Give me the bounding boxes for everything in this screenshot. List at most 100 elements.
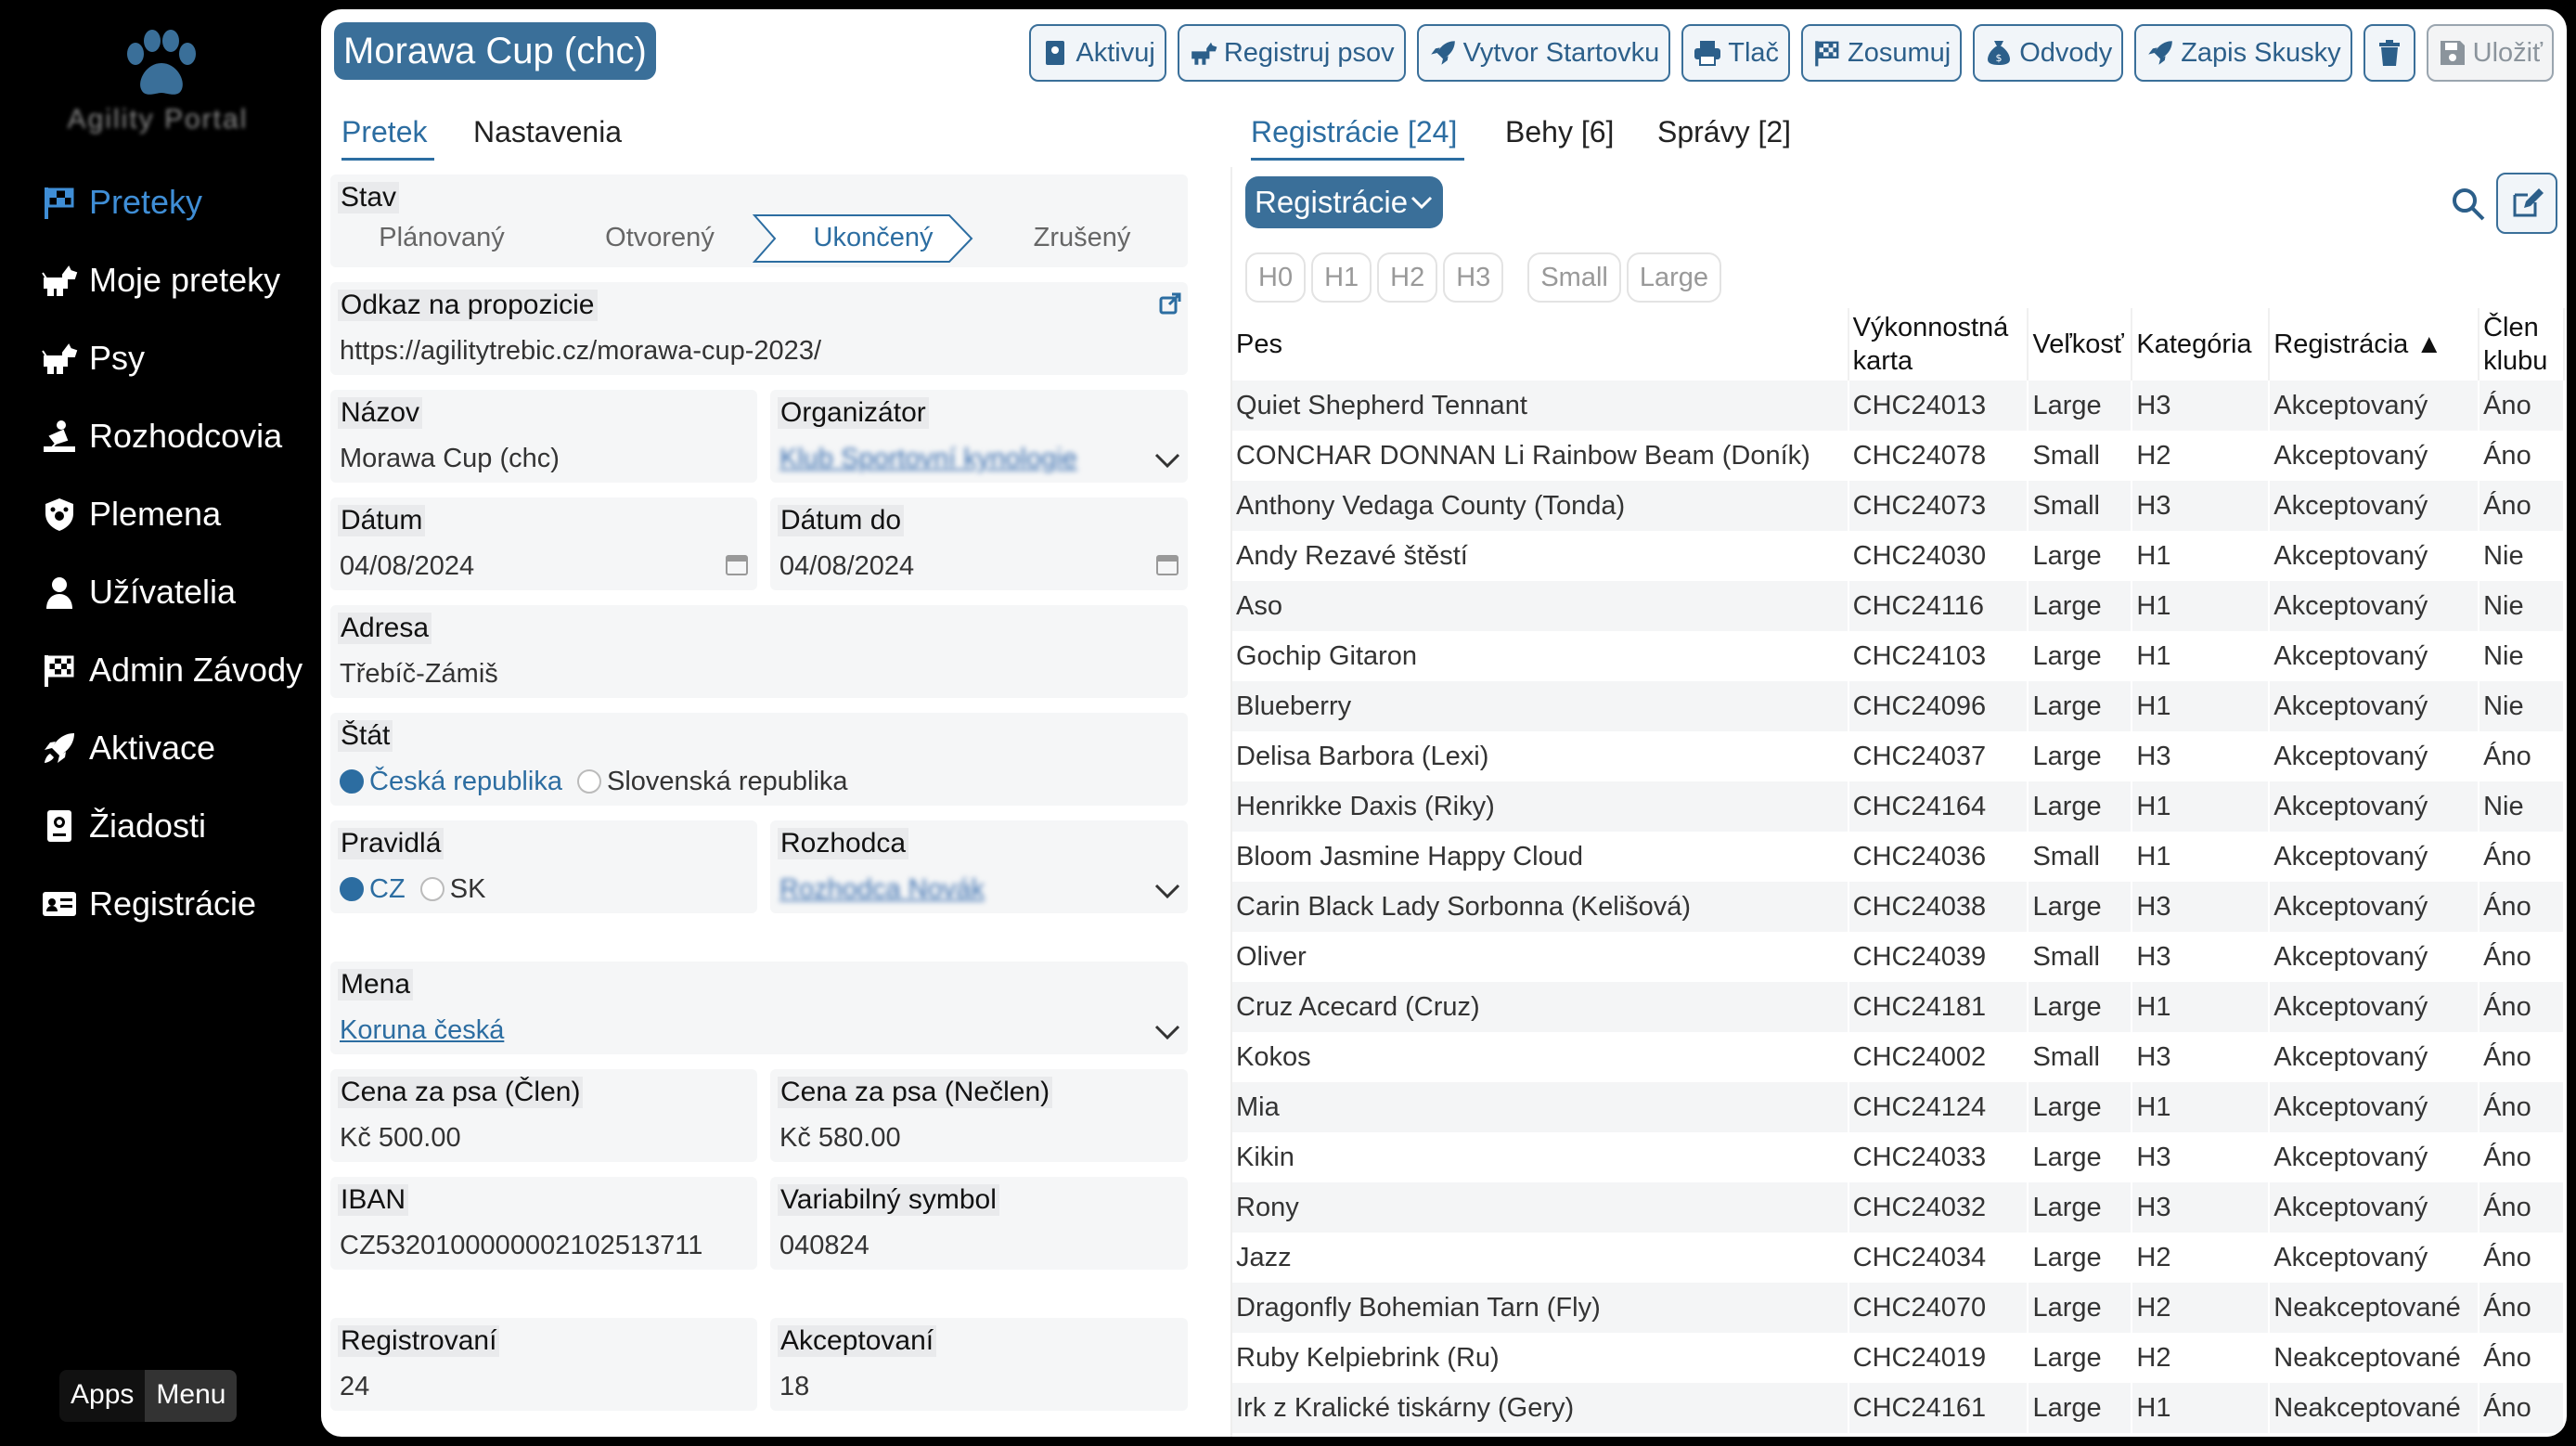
table-row[interactable]: CONCHAR DONNAN Li Rainbow Beam (Doník) CH… <box>1232 431 2565 481</box>
country-option-cz[interactable]: Česká republika <box>369 767 562 796</box>
filter-chip-h3[interactable]: H3 <box>1443 252 1504 303</box>
sidebar-item-ziadosti[interactable]: Žiadosti <box>41 798 319 854</box>
menu-button[interactable]: Menu <box>145 1370 238 1422</box>
tab-registracie[interactable]: Registrácie [24] <box>1251 115 1457 149</box>
register-dogs-button[interactable]: Registruj psov <box>1177 24 1406 82</box>
filter-chip-h0[interactable]: H0 <box>1245 252 1307 303</box>
calendar-icon[interactable] <box>1154 551 1180 577</box>
table-row[interactable]: Aso CHC24116 Large H1 Akceptovaný Nie <box>1232 581 2565 631</box>
table-row[interactable]: Quiet Shepherd Tennant CHC24013 Large H3 Akc… <box>1232 381 2565 431</box>
rules-radio-sk[interactable] <box>419 877 444 901</box>
column-header-dog[interactable]: Pes <box>1232 308 1849 381</box>
sidebar-item-rozhodcovia[interactable]: Rozhodcovia <box>41 408 319 464</box>
currency-field[interactable]: Mena Koruna česká <box>330 962 1188 1054</box>
print-button[interactable]: Tlač <box>1681 24 1791 82</box>
column-header-registration[interactable]: Registrácia ▲ <box>2269 308 2480 381</box>
shield-paw-icon <box>45 498 73 531</box>
apps-button[interactable]: Apps <box>59 1370 146 1422</box>
dog-name-cell: Gochip Gitaron <box>1232 631 1849 681</box>
category-cell: H1 <box>2132 781 2271 832</box>
table-row[interactable]: Rony CHC24032 Large H3 Akceptovaný Áno <box>1232 1182 2565 1233</box>
sidebar-item-preteky[interactable]: Preteky <box>41 174 319 230</box>
table-row[interactable]: Henrikke Daxis (Riky) CHC24164 Large H1 Akce… <box>1232 781 2565 832</box>
rules-radio-cz[interactable] <box>340 877 364 901</box>
table-row[interactable]: Gochip Gitaron CHC24103 Large H1 Akceptovaný… <box>1232 631 2565 681</box>
sidebar-item-aktivace[interactable]: Aktivace <box>41 720 319 776</box>
size-cell: Large <box>2028 581 2133 631</box>
column-header-size[interactable]: Veľkosť <box>2028 308 2133 381</box>
date-field[interactable]: Dátum 04/08/2024 <box>330 497 757 590</box>
tab-nastavenia[interactable]: Nastavenia <box>473 115 622 149</box>
filter-chip-large[interactable]: Large <box>1626 252 1721 303</box>
edit-button[interactable] <box>2496 173 2557 234</box>
rules-option-sk[interactable]: SK <box>450 874 486 904</box>
table-row[interactable]: Cruz Acecard (Cruz) CHC24181 Large H1 Akcept… <box>1232 982 2565 1032</box>
organizer-field[interactable]: Organizátor Klub Sportovní kynologie <box>770 390 1188 483</box>
column-header-member[interactable]: Člen klubu <box>2479 308 2565 381</box>
save-button[interactable]: Uložiť <box>2426 24 2554 82</box>
table-row[interactable]: Kikin CHC24033 Large H3 Akceptovaný Áno <box>1232 1132 2565 1182</box>
registration-status-cell: Neakceptované <box>2269 1333 2480 1383</box>
sidebar-item-admin-zavody[interactable]: Admin Závody <box>41 642 319 698</box>
status-option-finished[interactable]: Ukončený <box>771 212 975 264</box>
column-header-category[interactable]: Kategória <box>2132 308 2271 381</box>
country-option-sk[interactable]: Slovenská republika <box>607 767 848 796</box>
address-value[interactable]: Třebíč-Zámiš <box>340 659 498 690</box>
app-logo[interactable]: Agility Portal <box>65 28 251 139</box>
name-field: Názov Morawa Cup (chc) <box>330 390 757 483</box>
table-row[interactable]: Mia CHC24124 Large H1 Akceptovaný Áno <box>1232 1082 2565 1132</box>
filter-chip-h2[interactable]: H2 <box>1377 252 1438 303</box>
create-startlist-button[interactable]: Vytvor Startovku <box>1416 24 1671 82</box>
variable-symbol-value[interactable]: 040824 <box>779 1231 869 1261</box>
exam-record-button[interactable]: Zapis Skusky <box>2134 24 2352 82</box>
price-member-value[interactable]: Kč 500.00 <box>340 1123 461 1154</box>
registration-status-cell: Akceptovaný <box>2269 1082 2480 1132</box>
table-row[interactable]: Carin Black Lady Sorbonna (Kelišová) CHC2… <box>1232 882 2565 932</box>
printer-icon <box>1694 41 1721 66</box>
filter-chip-small[interactable]: Small <box>1527 252 1621 303</box>
delete-button[interactable] <box>2363 24 2415 82</box>
country-radio-cz[interactable] <box>340 769 364 794</box>
sidebar-item-registracie[interactable]: Registrácie <box>41 876 319 932</box>
tab-behy[interactable]: Behy [6] <box>1505 115 1614 149</box>
date-to-field[interactable]: Dátum do 04/08/2024 <box>770 497 1188 590</box>
sidebar-item-moje-preteky[interactable]: Moje preteky <box>41 252 319 308</box>
tab-spravy[interactable]: Správy [2] <box>1657 115 1791 149</box>
registrations-dropdown[interactable]: Registrácie <box>1245 176 1444 228</box>
sidebar-item-label: Moje preteky <box>89 261 281 299</box>
iban-value[interactable]: CZ5320100000002102513711 <box>340 1231 702 1261</box>
sidebar-item-plemena[interactable]: Plemena <box>41 486 319 542</box>
fees-button[interactable]: $ Odvody <box>1973 24 2124 82</box>
table-row[interactable]: Anthony Vedaga County (Tonda) CHC24073 Sma… <box>1232 481 2565 531</box>
table-row[interactable]: Ruby Kelpiebrink (Ru) CHC24019 Large H2 Neak… <box>1232 1333 2565 1383</box>
table-row[interactable]: Blueberry CHC24096 Large H1 Akceptovaný Nie <box>1232 681 2565 731</box>
rules-option-cz[interactable]: CZ <box>369 874 406 904</box>
tab-pretek[interactable]: Pretek <box>341 115 427 149</box>
status-option-cancelled[interactable]: Zrušený <box>980 212 1184 264</box>
external-link-icon[interactable] <box>1158 291 1182 316</box>
sidebar-item-psy[interactable]: Psy <box>41 330 319 386</box>
table-row[interactable]: Dragonfly Bohemian Tarn (Fly) CHC24070 Lar… <box>1232 1283 2565 1333</box>
chevron-down-icon <box>1154 884 1180 899</box>
table-row[interactable]: Irk z Kralické tiskárny (Gery) CHC24161 La… <box>1232 1383 2565 1433</box>
table-row[interactable]: Jazz CHC24034 Large H2 Akceptovaný Áno <box>1232 1233 2565 1283</box>
summarize-button[interactable]: Zosumuj <box>1801 24 1963 82</box>
status-option-planned[interactable]: Plánovaný <box>340 212 544 264</box>
country-radio-sk[interactable] <box>577 769 602 794</box>
table-row[interactable]: Kokos CHC24002 Small H3 Akceptovaný Áno <box>1232 1032 2565 1082</box>
table-row[interactable]: Andy Rezavé štěstí CHC24030 Large H1 Akcepto… <box>1232 531 2565 581</box>
table-row[interactable]: Bloom Jasmine Happy Cloud CHC24036 Small H1… <box>1232 832 2565 882</box>
status-option-open[interactable]: Otvorený <box>562 212 757 264</box>
sidebar-item-uzivatelia[interactable]: Užívatelia <box>41 564 319 620</box>
filter-chip-h1[interactable]: H1 <box>1311 252 1372 303</box>
name-value[interactable]: Morawa Cup (chc) <box>340 444 560 474</box>
price-nonmember-value[interactable]: Kč 580.00 <box>779 1123 901 1154</box>
propozicie-link-value[interactable]: https://agilitytrebic.cz/morawa-cup-2023… <box>340 336 821 367</box>
calendar-icon[interactable] <box>724 551 750 577</box>
search-icon[interactable] <box>2450 186 2487 223</box>
judge-field[interactable]: Rozhodca Rozhodca Novák <box>770 820 1188 913</box>
column-header-card[interactable]: Výkonnostná karta <box>1848 308 2029 381</box>
table-row[interactable]: Oliver CHC24039 Small H3 Akceptovaný Áno <box>1232 932 2565 982</box>
activate-button[interactable]: Aktivuj <box>1029 24 1166 82</box>
table-row[interactable]: Delisa Barbora (Lexi) CHC24037 Large H3 Akce… <box>1232 731 2565 781</box>
